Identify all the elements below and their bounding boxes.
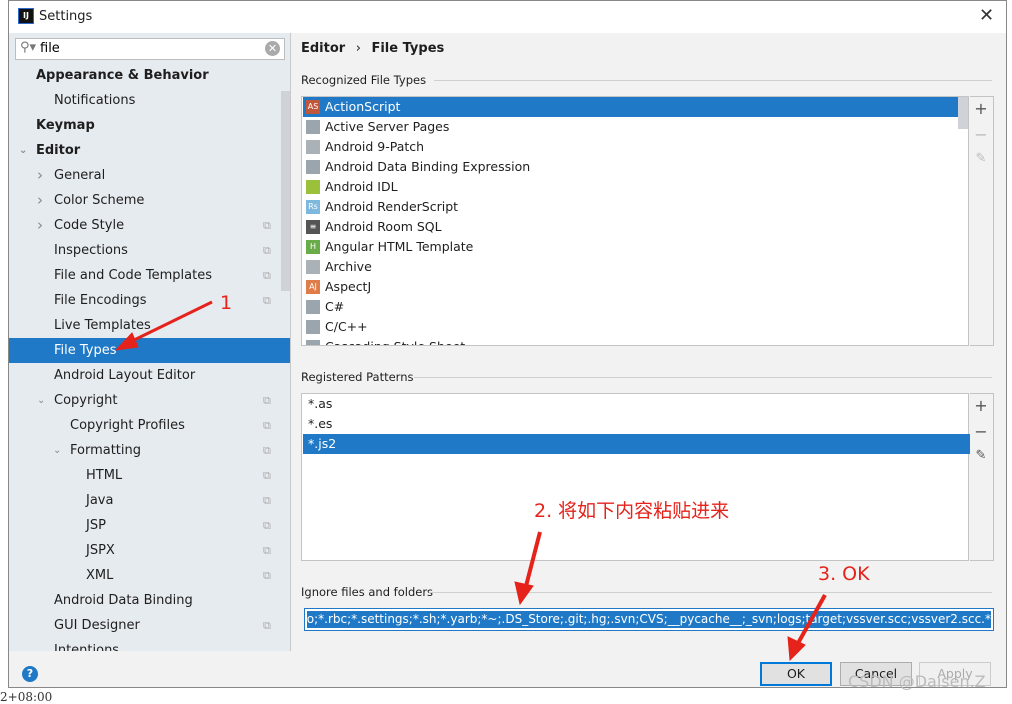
arrow-1-head [114, 332, 139, 351]
annotation-step-2: 2. 将如下内容粘贴进来 [534, 500, 730, 522]
arrow-2 [523, 531, 542, 591]
annotation-step-3: 3. OK [818, 563, 870, 585]
watermark: CSDN @Daisen.Z [848, 672, 986, 691]
annotation-step-1: 1 [220, 292, 233, 314]
arrow-3-head [787, 636, 806, 662]
arrow-1 [127, 300, 213, 345]
annotation-arrows [114, 300, 827, 662]
arrow-3 [795, 594, 827, 646]
arrow-2-head [514, 581, 534, 606]
